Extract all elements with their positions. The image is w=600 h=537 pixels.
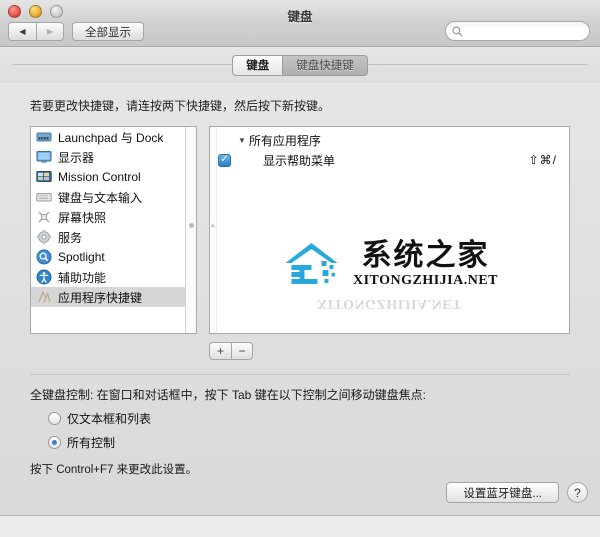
sidebar-item-label: Spotlight	[58, 250, 105, 264]
sidebar-item-label: 显示器	[58, 150, 95, 165]
sidebar-item-displays[interactable]: 显示器	[31, 147, 196, 167]
sidebar-item-label: 应用程序快捷键	[58, 290, 143, 305]
gear-icon	[36, 229, 52, 245]
dock-icon	[36, 132, 52, 142]
radio-all-controls[interactable]: 所有控制	[48, 434, 570, 451]
shortcut-group-header[interactable]: ▼ 所有应用程序	[210, 131, 569, 150]
footer-buttons: 设置蓝牙键盘... ?	[446, 482, 588, 503]
shortcut-list[interactable]: ▴ ▼ 所有应用程序 ✓ 显示帮助菜单 ⇧⌘/ 系统之家 XITONGZHIJI…	[209, 126, 570, 334]
tab-keyboard-shortcuts[interactable]: 键盘快捷键	[282, 54, 368, 76]
sidebar-item-app-shortcuts[interactable]: 应用程序快捷键	[31, 287, 196, 307]
sidebar-item-label: 服务	[58, 230, 83, 245]
radio-text-boxes-and-lists[interactable]: 仅文本框和列表	[48, 410, 570, 427]
house-logo-icon	[284, 243, 337, 284]
sidebar-item-keyboard-text-input[interactable]: 键盘与文本输入	[31, 187, 196, 207]
sidebar-item-screenshots[interactable]: 屏幕快照	[31, 207, 196, 227]
full-keyboard-access-section: 全键盘控制: 在窗口和对话框中，按下 Tab 键在以下控制之间移动键盘焦点: 仅…	[30, 386, 570, 477]
back-button[interactable]: ◀	[8, 22, 36, 41]
sidebar-item-label: Mission Control	[58, 170, 141, 184]
sidebar-item-services[interactable]: 服务	[31, 227, 196, 247]
sidebar-item-label: Launchpad 与 Dock	[58, 130, 164, 145]
sidebar-scrollbar[interactable]	[185, 127, 196, 333]
help-button[interactable]: ?	[567, 482, 588, 503]
divider	[30, 374, 570, 375]
spotlight-icon	[36, 249, 52, 265]
show-all-button[interactable]: 全部显示	[72, 22, 144, 41]
display-icon	[36, 151, 52, 163]
app-shortcuts-icon	[38, 291, 51, 303]
sidebar-item-accessibility[interactable]: 辅助功能	[31, 267, 196, 287]
keyboard-preferences-window: 键盘 ◀ ▶ 全部显示 键盘 键盘快捷键 若要更改快捷键，请连按两下快捷键，然后…	[0, 0, 600, 516]
search-icon	[452, 25, 463, 36]
radio-label: 所有控制	[67, 436, 116, 450]
watermark-en-text: XITONGZHIJIA.NET	[352, 273, 499, 288]
sidebar-item-launchpad-dock[interactable]: Launchpad 与 Dock	[31, 127, 196, 147]
shortcut-group-label: 所有应用程序	[248, 134, 321, 148]
search-input[interactable]	[466, 25, 581, 37]
full-keyboard-access-title: 全键盘控制: 在窗口和对话框中，按下 Tab 键在以下控制之间移动键盘焦点:	[30, 388, 427, 402]
watermark-logo: 系统之家 XITONGZHIJIA.NET	[281, 239, 498, 289]
content-area: 若要更改快捷键，请连按两下快捷键，然后按下新按键。 Launchpad 与 Do…	[0, 97, 600, 477]
forward-button[interactable]: ▶	[36, 22, 64, 41]
table-row[interactable]: ✓ 显示帮助菜单 ⇧⌘/	[210, 150, 569, 170]
navigation-buttons: ◀ ▶	[8, 22, 64, 41]
instruction-text: 若要更改快捷键，请连按两下快捷键，然后按下新按键。	[30, 99, 331, 113]
category-list[interactable]: Launchpad 与 Dock 显示器 Mission Control 键盘与…	[30, 126, 197, 334]
radio-button[interactable]	[48, 436, 61, 449]
sidebar-item-mission-control[interactable]: Mission Control	[31, 167, 196, 187]
sidebar-item-label: 辅助功能	[58, 270, 107, 285]
sidebar-item-spotlight[interactable]: Spotlight	[31, 247, 196, 267]
watermark-reflection: XITONGZHIJIA.NET	[316, 296, 463, 311]
shortcut-enabled-checkbox[interactable]: ✓	[218, 153, 231, 167]
setup-bluetooth-keyboard-button[interactable]: 设置蓝牙键盘...	[446, 482, 559, 503]
tab-keyboard[interactable]: 键盘	[232, 54, 283, 76]
shortcut-keys[interactable]: ⇧⌘/	[529, 153, 557, 167]
keyboard-icon	[36, 193, 52, 202]
tab-bar: 键盘 键盘快捷键	[0, 47, 600, 83]
panes: Launchpad 与 Dock 显示器 Mission Control 键盘与…	[30, 126, 570, 334]
sidebar-item-label: 键盘与文本输入	[58, 190, 143, 205]
full-keyboard-access-note: 按下 Control+F7 来更改此设置。	[30, 464, 198, 476]
mission-control-icon	[36, 171, 52, 182]
add-shortcut-button[interactable]: +	[209, 342, 231, 360]
list-scroll-indicator: ▴	[211, 222, 215, 229]
sidebar-item-label: 屏幕快照	[58, 210, 107, 225]
add-remove-buttons: + −	[209, 342, 570, 360]
list-scrollbar[interactable]: ▴	[210, 127, 217, 333]
search-field[interactable]	[445, 21, 590, 41]
accessibility-icon	[36, 269, 52, 285]
window-titlebar: 键盘 ◀ ▶ 全部显示	[0, 0, 600, 47]
shortcut-label: 显示帮助菜单	[263, 153, 336, 168]
sidebar-scrollbar-knob[interactable]	[189, 223, 194, 228]
radio-button[interactable]	[48, 412, 61, 425]
chevron-down-icon[interactable]: ▼	[238, 136, 246, 145]
remove-shortcut-button[interactable]: −	[231, 342, 253, 360]
watermark-cn-text: 系统之家	[361, 238, 490, 273]
screenshot-icon	[38, 211, 50, 223]
radio-label: 仅文本框和列表	[67, 412, 152, 426]
